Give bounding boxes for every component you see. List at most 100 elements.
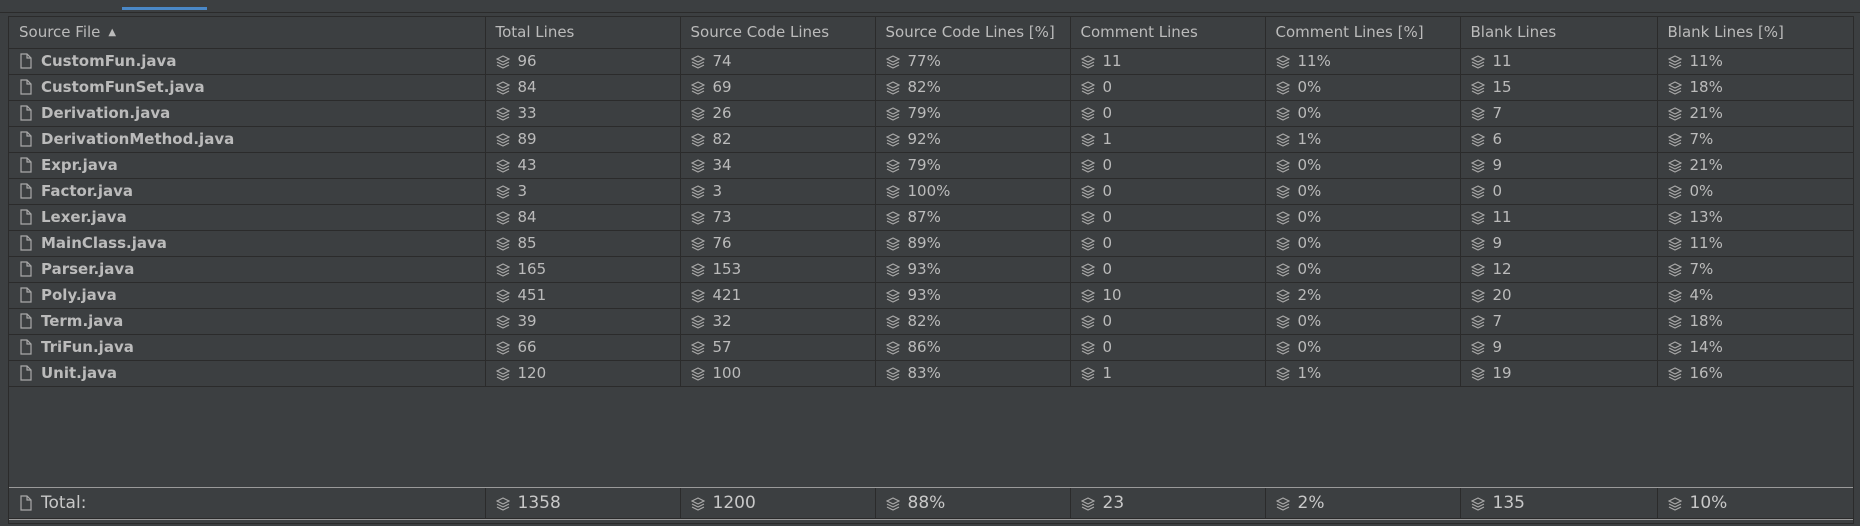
blank-lines-pct-cell: 18% [1657,74,1854,101]
file-icon [19,183,33,199]
source-code-lines-pct-cell: 82% [875,308,1071,335]
stack-icon [1470,55,1485,69]
blank-lines-value: 6 [1492,130,1503,148]
comment-lines-value: 0 [1102,312,1113,330]
blank-lines-pct-value: 21% [1689,156,1723,174]
stack-icon [885,185,900,199]
blank-lines-cell: 9 [1460,230,1658,257]
stack-icon [1275,185,1290,199]
table-row[interactable]: Factor.java 3 3 100% 0 0% 0 0% [9,178,1854,205]
total-lines-value: 66 [517,338,537,356]
column-header-source-code-lines-pct[interactable]: Source Code Lines [%] [875,17,1071,49]
table-row[interactable]: DerivationMethod.java 89 82 92% 1 1% 6 7% [9,126,1854,153]
table-row[interactable]: CustomFun.java 96 74 77% 11 11% 11 11% [9,48,1854,75]
file-icon [19,339,33,355]
source-code-lines-pct-cell: 100% [875,178,1071,205]
source-file-cell[interactable]: Unit.java [9,360,486,387]
blank-lines-pct-value: 7% [1689,130,1714,148]
stack-icon [1275,497,1290,511]
source-code-lines-pct-cell: 79% [875,152,1071,179]
comment-lines-value: 0 [1102,78,1113,96]
total-lines-cell: 66 [485,334,681,361]
comment-lines-pct-value: 0% [1297,234,1322,252]
source-code-lines-cell: 26 [680,100,876,127]
source-file-cell[interactable]: CustomFun.java [9,48,486,75]
table-row[interactable]: Term.java 39 32 82% 0 0% 7 18% [9,308,1854,335]
source-file-cell[interactable]: Term.java [9,308,486,335]
stack-icon [495,237,510,251]
table-row[interactable]: MainClass.java 85 76 89% 0 0% 9 11% [9,230,1854,257]
source-code-lines-cell: 421 [680,282,876,309]
source-file-name: Derivation.java [41,104,171,122]
totals-row[interactable]: Total: 1358 1200 88% 23 2% 135 10% [9,488,1854,519]
total-lines-value: 39 [517,312,537,330]
statistics-table: Source File ▲ Total Lines Source Code Lin… [9,17,1854,387]
stack-icon [1275,263,1290,277]
table-row[interactable]: Expr.java 43 34 79% 0 0% 9 21% [9,152,1854,179]
stack-icon [1667,315,1682,329]
total-comment-pct-value: 2% [1297,492,1325,513]
column-header-blank-lines-pct[interactable]: Blank Lines [%] [1657,17,1854,49]
statistics-panel: Source File ▲ Total Lines Source Code Lin… [8,16,1854,524]
file-icon [19,79,33,95]
stack-icon [1275,133,1290,147]
table-row[interactable]: Derivation.java 33 26 79% 0 0% 7 21% [9,100,1854,127]
file-icon [19,131,33,147]
source-file-cell[interactable]: Lexer.java [9,204,486,231]
total-source-pct-value: 88% [907,492,946,513]
source-file-cell[interactable]: Parser.java [9,256,486,283]
source-file-cell[interactable]: CustomFunSet.java [9,74,486,101]
stack-icon [885,289,900,303]
source-code-lines-pct-cell: 89% [875,230,1071,257]
total-lines-cell: 96 [485,48,681,75]
source-code-lines-pct-cell: 93% [875,282,1071,309]
file-icon [19,157,33,173]
comment-lines-cell: 0 [1070,256,1266,283]
file-icon [19,287,33,303]
comment-lines-value: 0 [1102,208,1113,226]
stack-icon [1080,55,1095,69]
stack-icon [1275,211,1290,225]
column-header-blank-lines[interactable]: Blank Lines [1460,17,1658,49]
active-tab-indicator[interactable] [122,7,207,10]
source-file-cell[interactable]: TriFun.java [9,334,486,361]
column-header-total-lines[interactable]: Total Lines [485,17,681,49]
blank-lines-pct-cell: 13% [1657,204,1854,231]
source-file-cell[interactable]: MainClass.java [9,230,486,257]
column-header-comment-lines-pct[interactable]: Comment Lines [%] [1265,17,1461,49]
stack-icon [1667,159,1682,173]
table-row[interactable]: Poly.java 451 421 93% 10 2% 20 4% [9,282,1854,309]
total-lines-cell: 84 [485,204,681,231]
stack-icon [1080,211,1095,225]
column-header-source-file[interactable]: Source File ▲ [9,17,486,49]
table-row[interactable]: CustomFunSet.java 84 69 82% 0 0% 15 18% [9,74,1854,101]
source-file-cell[interactable]: DerivationMethod.java [9,126,486,153]
total-lines-value: 85 [517,234,537,252]
table-row[interactable]: TriFun.java 66 57 86% 0 0% 9 14% [9,334,1854,361]
source-code-lines-pct-value: 87% [907,208,941,226]
source-file-cell[interactable]: Derivation.java [9,100,486,127]
stack-icon [1080,263,1095,277]
stack-icon [495,133,510,147]
stack-icon [495,159,510,173]
blank-lines-pct-cell: 11% [1657,48,1854,75]
source-code-lines-cell: 3 [680,178,876,205]
stack-icon [1275,81,1290,95]
source-file-cell[interactable]: Poly.java [9,282,486,309]
table-row[interactable]: Unit.java 120 100 83% 1 1% 19 16% [9,360,1854,387]
column-header-source-code-lines[interactable]: Source Code Lines [680,17,876,49]
comment-lines-pct-value: 0% [1297,208,1322,226]
source-code-lines-pct-cell: 92% [875,126,1071,153]
blank-lines-value: 11 [1492,52,1512,70]
table-row[interactable]: Lexer.java 84 73 87% 0 0% 11 13% [9,204,1854,231]
table-row[interactable]: Parser.java 165 153 93% 0 0% 12 7% [9,256,1854,283]
total-lines-cell: 1358 [485,488,681,519]
total-label-cell: Total: [9,488,486,519]
column-header-comment-lines[interactable]: Comment Lines [1070,17,1266,49]
source-file-cell[interactable]: Factor.java [9,178,486,205]
stack-icon [1667,55,1682,69]
source-file-cell[interactable]: Expr.java [9,152,486,179]
blank-lines-pct-cell: 4% [1657,282,1854,309]
blank-lines-cell: 19 [1460,360,1658,387]
stack-icon [495,367,510,381]
